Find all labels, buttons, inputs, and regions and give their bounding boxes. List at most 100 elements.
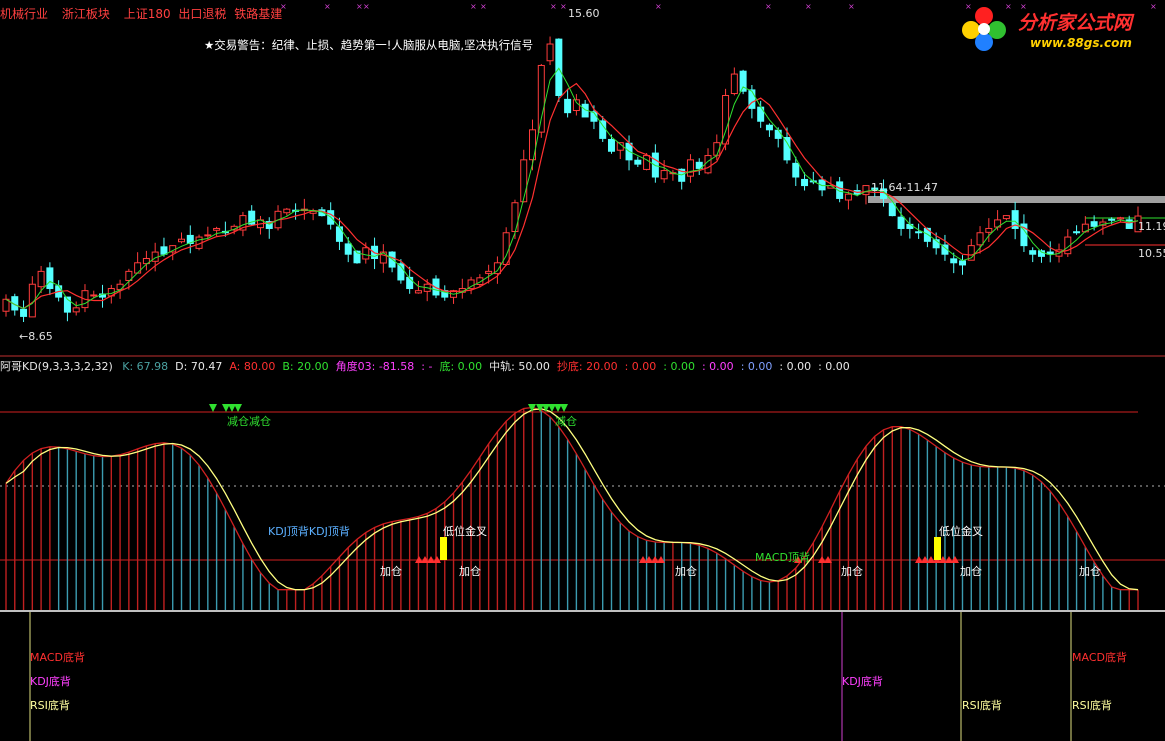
candle-body <box>564 98 572 114</box>
candle-body <box>844 193 852 201</box>
candle-body <box>362 247 370 260</box>
top-x-marker: × <box>480 2 487 11</box>
indicator-value: : 0.00 <box>624 360 657 373</box>
gold-cross-bar <box>440 537 447 560</box>
indicator-value: B: 20.00 <box>282 360 329 373</box>
candle-body <box>985 227 993 233</box>
indicator-value: A: 80.00 <box>229 360 276 373</box>
indicator-value: : 0.00 <box>663 360 695 373</box>
candle-body <box>599 120 607 139</box>
sector-tag[interactable]: 铁路基建 <box>234 7 282 21</box>
candle-body <box>634 159 642 165</box>
candle-body <box>20 308 28 317</box>
signal-kdj-divergence-1: KDJ底背 <box>30 675 71 688</box>
indicator-value: : 0.00 <box>701 360 734 373</box>
site-logo: 分析家公式网 www.88gs.com <box>962 2 1162 54</box>
price-zone-label: 11.64-11.47 <box>871 181 938 194</box>
indicator-histogram <box>5 407 1139 610</box>
candle-body <box>862 185 870 196</box>
annotation-jiacang-2: 加仓 <box>459 565 481 578</box>
candlesticks <box>2 36 1142 323</box>
candle-body <box>90 294 98 297</box>
price-high-label: 15.60 <box>568 7 600 20</box>
moving-averages <box>5 67 1139 310</box>
top-x-marker: × <box>550 2 557 11</box>
candle-body <box>765 124 773 131</box>
candle-body <box>178 238 186 243</box>
price-zone-bar <box>868 196 1165 203</box>
signal-macd-divergence-2: MACD底背 <box>1072 651 1127 664</box>
candle-body <box>774 129 782 139</box>
price-right-label-2: 10.55 <box>1138 247 1165 260</box>
sector-tag[interactable]: 出口退税 <box>178 7 226 21</box>
candle-body <box>414 290 422 294</box>
annotation-low-gold-1: 低位金叉 <box>443 525 487 538</box>
indicator-value: : 0.00 <box>740 360 773 373</box>
candle-body <box>1073 231 1081 234</box>
candle-body <box>344 243 352 255</box>
signal-rsi-divergence-3: RSI底背 <box>1072 699 1112 712</box>
candle-body <box>1116 217 1124 220</box>
signal-rsi-divergence-2: RSI底背 <box>962 699 1002 712</box>
signal-macd-divergence-1: MACD底背 <box>30 651 85 664</box>
top-x-marker: × <box>655 2 662 11</box>
annotation-jiacang-1: 加仓 <box>380 565 402 578</box>
candle-body <box>1029 250 1037 255</box>
logo-url: www.88gs.com <box>1030 36 1132 50</box>
flower-logo-icon <box>962 7 1006 51</box>
candle-body <box>283 208 291 214</box>
top-x-marker: × <box>765 2 772 11</box>
top-x-marker: × <box>324 2 331 11</box>
price-right-label-1: 11.19 <box>1138 220 1165 233</box>
sector-tags: 机械行业 浙江板块 上证180 出口退税 铁路基建 <box>0 5 282 22</box>
candle-body <box>520 159 528 203</box>
candle-body <box>546 43 554 62</box>
indicator-value: 角度03: -81.58 <box>335 360 415 373</box>
annotation-jiancang-1: 减仓减仓 <box>227 415 271 428</box>
sector-tag[interactable]: 上证180 <box>124 7 171 21</box>
candle-body <box>801 178 809 187</box>
candle-body <box>915 231 923 234</box>
indicator-value: 底: 0.00 <box>439 360 483 373</box>
top-x-marker: × <box>356 2 363 11</box>
top-x-marker: × <box>470 2 477 11</box>
signal-kdj-divergence-2: KDJ底背 <box>842 675 883 688</box>
annotation-jiacang-4: 加仓 <box>841 565 863 578</box>
candle-body <box>335 226 343 242</box>
sell-arrow-icon <box>234 404 242 412</box>
logo-title: 分析家公式网 <box>1018 12 1133 34</box>
candle-body <box>72 307 80 313</box>
indicator-value: K: 67.98 <box>122 360 169 373</box>
top-x-marker: × <box>805 2 812 11</box>
indicator-value: 中轨: 50.00 <box>489 360 550 373</box>
indicator-value: D: 70.47 <box>175 360 223 373</box>
candle-body <box>1002 215 1010 220</box>
price-low-label: ←8.65 <box>19 330 53 343</box>
candle-body <box>607 138 615 152</box>
candle-body <box>37 270 45 288</box>
candle-body <box>660 170 668 180</box>
sector-tag[interactable]: 机械行业 <box>0 7 48 21</box>
indicator-value: 抄底: 20.00 <box>556 360 618 373</box>
gold-cross-bar <box>934 537 941 560</box>
signal-markers <box>209 404 959 563</box>
candle-body <box>783 137 791 161</box>
ma-line-green <box>5 67 1139 310</box>
candle-body <box>1108 218 1116 221</box>
candle-body <box>116 283 124 291</box>
candle-body <box>572 99 580 112</box>
indicator-value: : 0.00 <box>818 360 850 373</box>
top-x-marker: × <box>560 2 567 11</box>
candle-body <box>555 38 563 96</box>
indicator-title[interactable]: 阿哥KD(9,3,3,3,2,32) <box>0 360 113 373</box>
annotation-jiacang-3: 加仓 <box>675 565 697 578</box>
candle-body <box>511 202 519 233</box>
candle-body <box>1090 221 1098 227</box>
candle-body <box>950 258 958 264</box>
candle-body <box>686 159 694 177</box>
candle-body <box>704 155 712 174</box>
candle-body <box>485 270 493 274</box>
sell-arrow-icon <box>560 404 568 412</box>
candle-body <box>958 260 966 266</box>
sector-tag[interactable]: 浙江板块 <box>62 7 110 21</box>
